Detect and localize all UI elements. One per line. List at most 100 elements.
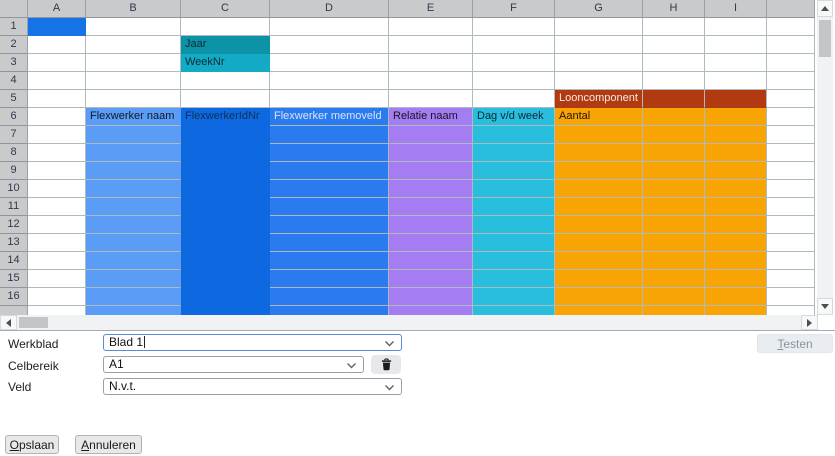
cell-E8[interactable] <box>389 144 473 162</box>
cell-A3[interactable] <box>28 54 86 72</box>
cell-B2[interactable] <box>86 36 181 54</box>
cell-J9[interactable] <box>767 162 815 180</box>
cell-F15[interactable] <box>473 270 555 288</box>
cell-A13[interactable] <box>28 234 86 252</box>
cell-E13[interactable] <box>389 234 473 252</box>
cell-C9[interactable] <box>181 162 270 180</box>
cell-C7[interactable] <box>181 126 270 144</box>
row-header-15[interactable]: 15 <box>0 270 28 288</box>
row-header-16[interactable]: 16 <box>0 288 28 306</box>
cell-C1[interactable] <box>181 18 270 36</box>
cell-E7[interactable] <box>389 126 473 144</box>
cell-H17[interactable] <box>643 306 705 315</box>
cell-F6[interactable]: Dag v/d week <box>473 108 555 126</box>
cell-C17[interactable] <box>181 306 270 315</box>
cell-A14[interactable] <box>28 252 86 270</box>
cell-B1[interactable] <box>86 18 181 36</box>
cell-D9[interactable] <box>270 162 389 180</box>
cell-H10[interactable] <box>643 180 705 198</box>
cell-C13[interactable] <box>181 234 270 252</box>
row-header-14[interactable]: 14 <box>0 252 28 270</box>
cell-F3[interactable] <box>473 54 555 72</box>
cell-H11[interactable] <box>643 198 705 216</box>
cell-A15[interactable] <box>28 270 86 288</box>
cell-J15[interactable] <box>767 270 815 288</box>
cell-E16[interactable] <box>389 288 473 306</box>
row-header-12[interactable]: 12 <box>0 216 28 234</box>
cell-E14[interactable] <box>389 252 473 270</box>
cell-A2[interactable] <box>28 36 86 54</box>
cell-I8[interactable] <box>705 144 767 162</box>
cell-C5[interactable] <box>181 90 270 108</box>
row-header-10[interactable]: 10 <box>0 180 28 198</box>
cell-I2[interactable] <box>705 36 767 54</box>
cell-J8[interactable] <box>767 144 815 162</box>
cell-F5[interactable] <box>473 90 555 108</box>
cell-J7[interactable] <box>767 126 815 144</box>
cell-A6[interactable] <box>28 108 86 126</box>
cell-H2[interactable] <box>643 36 705 54</box>
horizontal-scrollbar[interactable] <box>0 315 818 330</box>
cell-I1[interactable] <box>705 18 767 36</box>
cell-F10[interactable] <box>473 180 555 198</box>
cell-C8[interactable] <box>181 144 270 162</box>
row-header-6[interactable]: 6 <box>0 108 28 126</box>
grid-corner[interactable] <box>0 0 28 18</box>
cell-I5[interactable] <box>705 90 767 108</box>
cell-G17[interactable] <box>555 306 643 315</box>
cell-A17[interactable] <box>28 306 86 315</box>
delete-range-button[interactable] <box>371 355 401 374</box>
cell-E17[interactable] <box>389 306 473 315</box>
row-header-1[interactable]: 1 <box>0 18 28 36</box>
cell-D10[interactable] <box>270 180 389 198</box>
cell-I11[interactable] <box>705 198 767 216</box>
cell-G9[interactable] <box>555 162 643 180</box>
cell-F16[interactable] <box>473 288 555 306</box>
row-header-4[interactable]: 4 <box>0 72 28 90</box>
row-header-2[interactable]: 2 <box>0 36 28 54</box>
cell-E3[interactable] <box>389 54 473 72</box>
cell-J1[interactable] <box>767 18 815 36</box>
cell-B12[interactable] <box>86 216 181 234</box>
cell-F1[interactable] <box>473 18 555 36</box>
cell-C16[interactable] <box>181 288 270 306</box>
column-header-C[interactable]: C <box>181 0 270 18</box>
cell-G11[interactable] <box>555 198 643 216</box>
column-header-D[interactable]: D <box>270 0 389 18</box>
cell-F14[interactable] <box>473 252 555 270</box>
cell-D4[interactable] <box>270 72 389 90</box>
cell-J14[interactable] <box>767 252 815 270</box>
cell-G13[interactable] <box>555 234 643 252</box>
cell-C3[interactable]: WeekNr <box>181 54 270 72</box>
cell-B4[interactable] <box>86 72 181 90</box>
scroll-left-button[interactable] <box>0 315 17 330</box>
cell-I14[interactable] <box>705 252 767 270</box>
cell-D14[interactable] <box>270 252 389 270</box>
cell-B9[interactable] <box>86 162 181 180</box>
cell-D7[interactable] <box>270 126 389 144</box>
cell-F7[interactable] <box>473 126 555 144</box>
annuleren-button[interactable]: Annuleren <box>75 435 142 454</box>
cell-E15[interactable] <box>389 270 473 288</box>
cell-F12[interactable] <box>473 216 555 234</box>
cell-C10[interactable] <box>181 180 270 198</box>
cell-A8[interactable] <box>28 144 86 162</box>
cell-A12[interactable] <box>28 216 86 234</box>
cell-E5[interactable] <box>389 90 473 108</box>
cell-G8[interactable] <box>555 144 643 162</box>
cell-J16[interactable] <box>767 288 815 306</box>
veld-combobox[interactable]: N.v.t. <box>103 378 402 395</box>
cell-C6[interactable]: FlexwerkerIdNr <box>181 108 270 126</box>
cell-B14[interactable] <box>86 252 181 270</box>
cell-D5[interactable] <box>270 90 389 108</box>
cell-F11[interactable] <box>473 198 555 216</box>
cell-I16[interactable] <box>705 288 767 306</box>
cell-D6[interactable]: Flexwerker memoveld <box>270 108 389 126</box>
cell-B8[interactable] <box>86 144 181 162</box>
cell-I10[interactable] <box>705 180 767 198</box>
cell-F2[interactable] <box>473 36 555 54</box>
cell-J6[interactable] <box>767 108 815 126</box>
cell-J10[interactable] <box>767 180 815 198</box>
cell-H5[interactable] <box>643 90 705 108</box>
cell-G3[interactable] <box>555 54 643 72</box>
